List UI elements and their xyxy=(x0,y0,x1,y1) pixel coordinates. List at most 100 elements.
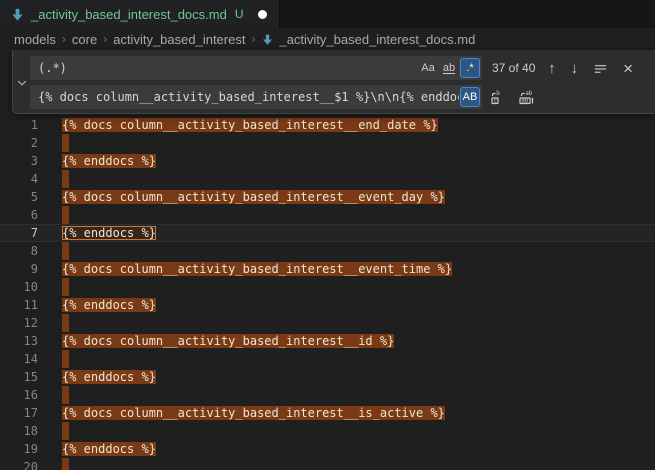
line-number: 2 xyxy=(0,134,38,152)
empty-match-stub xyxy=(62,242,69,260)
chevron-right-icon: › xyxy=(61,32,67,46)
current-match-highlight: {% enddocs %} xyxy=(62,226,156,240)
empty-match-stub xyxy=(62,350,69,368)
match-case-toggle[interactable]: Aa xyxy=(418,58,438,78)
line-content: {% docs column__activity_based_interest_… xyxy=(62,260,452,278)
match-highlight: {% docs column__activity_based_interest_… xyxy=(62,406,445,420)
empty-match-stub xyxy=(62,206,69,224)
editor-line[interactable]: 8 xyxy=(0,242,655,260)
match-highlight: {% docs column__activity_based_interest_… xyxy=(62,118,438,132)
close-icon[interactable]: × xyxy=(623,60,633,77)
toggle-replace-button[interactable] xyxy=(13,50,30,115)
empty-match-stub xyxy=(62,278,69,296)
breadcrumb-activity-based-interest[interactable]: activity_based_interest xyxy=(113,32,245,47)
line-content xyxy=(62,278,69,296)
previous-match-button[interactable]: ↑ xyxy=(548,61,556,76)
line-number: 8 xyxy=(0,242,38,260)
editor-line[interactable]: 14 xyxy=(0,350,655,368)
line-number: 19 xyxy=(0,440,38,458)
editor-line[interactable]: 15 {% enddocs %} xyxy=(0,368,655,386)
breadcrumb: models › core › activity_based_interest … xyxy=(0,28,655,50)
tab-bar: _activity_based_interest_docs.md U xyxy=(0,0,655,28)
match-highlight: {% docs column__activity_based_interest_… xyxy=(62,262,452,276)
empty-match-stub xyxy=(62,170,69,188)
empty-match-stub xyxy=(62,134,69,152)
editor-line[interactable]: 3 {% enddocs %} xyxy=(0,152,655,170)
line-content: {% enddocs %} xyxy=(62,224,156,242)
line-content: {% docs column__activity_based_interest_… xyxy=(62,116,438,134)
editor-line[interactable]: 18 xyxy=(0,422,655,440)
line-number: 1 xyxy=(0,116,38,134)
markdown-icon xyxy=(10,7,25,22)
svg-text:ab: ab xyxy=(521,98,529,105)
line-content xyxy=(62,458,69,470)
editor-line[interactable]: 7 {% enddocs %} xyxy=(0,224,655,242)
line-content: {% enddocs %} xyxy=(62,152,156,170)
breadcrumb-core[interactable]: core xyxy=(72,32,97,47)
find-replace-widget: Aa ab .* 37 of 40 ↑ ↓ × AB xyxy=(12,50,655,114)
line-content xyxy=(62,242,69,260)
editor-line[interactable]: 12 xyxy=(0,314,655,332)
line-content xyxy=(62,350,69,368)
breadcrumb-file[interactable]: _activity_based_interest_docs.md xyxy=(279,32,475,47)
line-number: 17 xyxy=(0,404,38,422)
line-content xyxy=(62,170,69,188)
line-content: {% docs column__activity_based_interest_… xyxy=(62,404,445,422)
regex-toggle[interactable]: .* xyxy=(460,58,480,78)
line-number: 18 xyxy=(0,422,38,440)
editor-line[interactable]: 19 {% enddocs %} xyxy=(0,440,655,458)
line-content xyxy=(62,386,69,404)
find-in-selection-button[interactable] xyxy=(593,61,608,76)
line-number: 13 xyxy=(0,332,38,350)
line-number: 12 xyxy=(0,314,38,332)
tab-active-file[interactable]: _activity_based_interest_docs.md U xyxy=(0,0,280,28)
line-number: 5 xyxy=(0,188,38,206)
line-content xyxy=(62,314,69,332)
breadcrumb-models[interactable]: models xyxy=(14,32,56,47)
match-highlight: {% enddocs %} xyxy=(62,442,156,456)
replace-button[interactable]: b c xyxy=(490,89,506,105)
replace-all-button[interactable]: ab ab xyxy=(518,89,535,105)
editor-line[interactable]: 6 xyxy=(0,206,655,224)
find-input-box: Aa ab .* xyxy=(30,56,482,80)
editor-line[interactable]: 2 xyxy=(0,134,655,152)
editor-line[interactable]: 17 {% docs column__activity_based_intere… xyxy=(0,404,655,422)
editor-line[interactable]: 4 xyxy=(0,170,655,188)
match-highlight: {% enddocs %} xyxy=(62,298,156,312)
line-content xyxy=(62,134,69,152)
line-content: {% docs column__activity_based_interest_… xyxy=(62,332,394,350)
editor-line[interactable]: 9 {% docs column__activity_based_interes… xyxy=(0,260,655,278)
empty-match-stub xyxy=(62,314,69,332)
editor-line[interactable]: 16 xyxy=(0,386,655,404)
find-input[interactable] xyxy=(30,61,417,75)
tab-filename: _activity_based_interest_docs.md xyxy=(31,7,227,22)
editor-line[interactable]: 5 {% docs column__activity_based_interes… xyxy=(0,188,655,206)
git-status-badge: U xyxy=(235,7,244,21)
unsaved-dot-icon[interactable] xyxy=(258,10,267,19)
match-highlight: {% enddocs %} xyxy=(62,154,156,168)
line-number: 20 xyxy=(0,458,38,470)
editor-line[interactable]: 10 xyxy=(0,278,655,296)
line-content: {% docs column__activity_based_interest_… xyxy=(62,188,445,206)
replace-input[interactable] xyxy=(30,90,459,104)
whole-word-toggle[interactable]: ab xyxy=(439,58,459,78)
next-match-button[interactable]: ↓ xyxy=(571,61,579,76)
preserve-case-toggle[interactable]: AB xyxy=(460,87,480,107)
markdown-icon xyxy=(261,33,274,46)
match-count: 37 of 40 xyxy=(492,61,535,75)
svg-text:c: c xyxy=(493,98,497,105)
line-number: 7 xyxy=(0,224,38,242)
line-content xyxy=(62,422,69,440)
editor-line[interactable]: 13 {% docs column__activity_based_intere… xyxy=(0,332,655,350)
chevron-right-icon: › xyxy=(250,32,256,46)
editor-line[interactable]: 11 {% enddocs %} xyxy=(0,296,655,314)
editor-line[interactable]: 1 {% docs column__activity_based_interes… xyxy=(0,116,655,134)
editor-line[interactable]: 20 xyxy=(0,458,655,470)
line-number: 10 xyxy=(0,278,38,296)
line-number: 3 xyxy=(0,152,38,170)
line-number: 9 xyxy=(0,260,38,278)
svg-text:b: b xyxy=(496,90,500,97)
match-highlight: {% enddocs %} xyxy=(62,370,156,384)
match-highlight: {% docs column__activity_based_interest_… xyxy=(62,334,394,348)
replace-input-box: AB xyxy=(30,85,482,109)
